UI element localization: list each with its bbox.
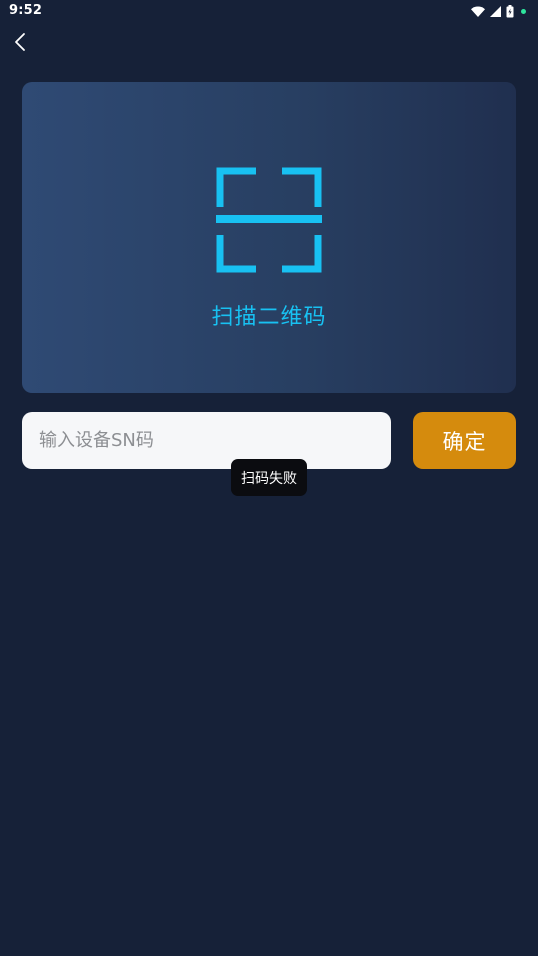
sn-input[interactable] bbox=[22, 412, 391, 469]
battery-icon bbox=[506, 4, 514, 18]
scan-qr-label: 扫描二维码 bbox=[211, 305, 327, 330]
signal-icon bbox=[490, 5, 501, 17]
scan-device-screen: 9:52 扫描二维码 输入设备SN码 确定 扫码失败 bbox=[0, 0, 538, 956]
toast-message: 扫码失败 bbox=[231, 459, 307, 496]
qr-scan-icon bbox=[216, 167, 322, 273]
wifi-icon bbox=[471, 6, 485, 17]
chevron-left-icon bbox=[15, 33, 25, 51]
scan-qr-card[interactable]: 扫描二维码 bbox=[22, 82, 516, 393]
status-bar: 9:52 bbox=[0, 0, 538, 22]
status-icons bbox=[471, 4, 526, 18]
status-time: 9:52 bbox=[9, 3, 43, 18]
confirm-button[interactable]: 确定 bbox=[413, 412, 516, 469]
back-button[interactable] bbox=[8, 30, 32, 54]
notification-dot bbox=[521, 8, 526, 14]
